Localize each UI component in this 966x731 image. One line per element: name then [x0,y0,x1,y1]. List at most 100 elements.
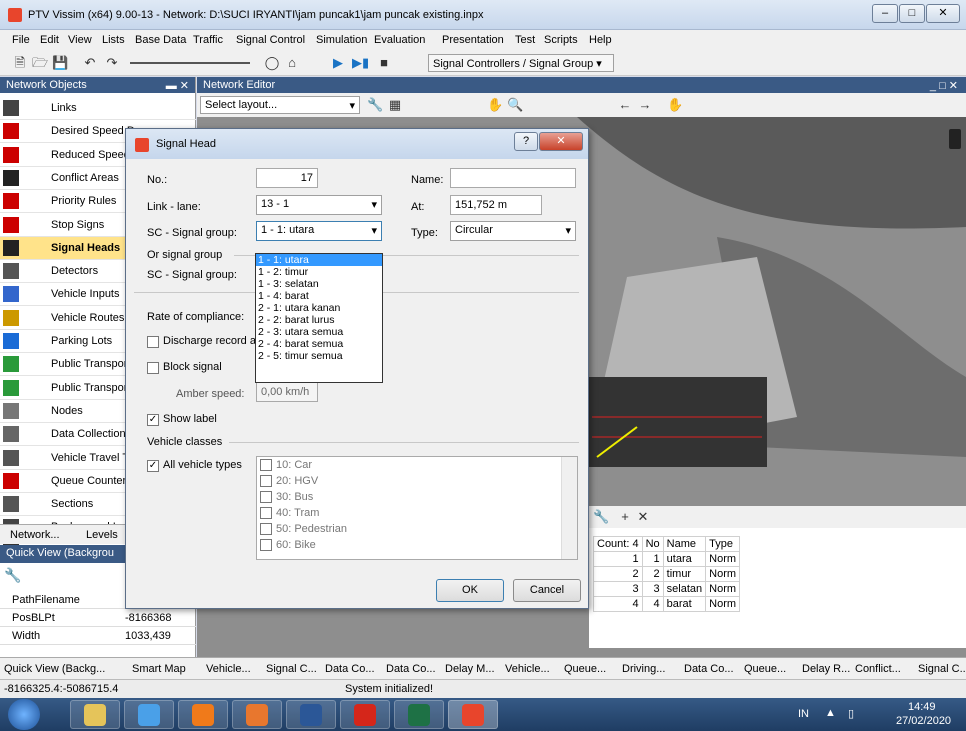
stop-icon[interactable]: ■ [376,55,392,71]
add-icon[interactable]: + [617,509,633,525]
play-icon[interactable]: ▶ [330,55,346,71]
speed-slider[interactable] [130,62,250,64]
table-cell[interactable]: Norm [705,551,741,567]
quick-mode-icon[interactable]: ◯ [264,55,280,71]
dialog-close-button[interactable]: ✕ [539,132,583,151]
dropdown-option[interactable]: 2 - 4: barat semua [256,338,382,350]
vissim-taskbar-icon[interactable] [448,700,498,729]
step-icon[interactable]: ▶▮ [352,55,369,71]
at-field[interactable]: 151,752 m [450,195,542,215]
table-cell[interactable]: Norm [705,581,741,597]
table-cell[interactable]: 2 [593,566,643,582]
menu-lists[interactable]: Lists [102,34,125,46]
tab-delay-m[interactable]: Delay M... [445,663,495,675]
firefox-taskbar-icon[interactable] [232,700,282,729]
show-label-checkbox[interactable]: ✓ [147,414,159,426]
table-cell[interactable]: Norm [705,566,741,582]
dropdown-option[interactable]: 2 - 2: barat lurus [256,314,382,326]
tab-signal-c-2[interactable]: Signal C... [918,663,966,675]
no-field[interactable]: 17 [256,168,318,188]
ie-taskbar-icon[interactable] [124,700,174,729]
tab-delay-r[interactable]: Delay R... [802,663,850,675]
table-cell[interactable]: barat [662,596,707,612]
signal-controller-combo[interactable]: Signal Controllers / Signal Group ▾ [428,54,614,72]
arrow-left-icon[interactable]: ← [617,97,633,113]
tray-arrow-icon[interactable]: ▲ [825,707,836,719]
undo-icon[interactable]: ↶ [82,55,98,71]
explorer-taskbar-icon[interactable] [70,700,120,729]
open-folder-icon[interactable]: 🗁 [32,55,48,71]
media-player-taskbar-icon[interactable] [178,700,228,729]
3d-mode-icon[interactable]: ⌂ [284,55,300,71]
table-row[interactable]: 1 1 utara Norm [593,551,741,567]
signal-group-dropdown[interactable]: 1 - 1: utara 1 - 2: timur 1 - 3: selatan… [255,253,383,383]
tab-levels[interactable]: Levels [86,529,118,541]
acrobat-taskbar-icon[interactable] [340,700,390,729]
tab-conflict[interactable]: Conflict... [855,663,901,675]
table-cell[interactable]: timur [662,566,707,582]
save-icon[interactable]: 💾 [52,55,68,71]
menu-evaluation[interactable]: Evaluation [374,34,425,46]
cancel-button[interactable]: Cancel [513,579,581,602]
tab-data-co[interactable]: Data Co... [325,663,375,675]
link-lane-select[interactable]: 13 - 1 ▾ [256,195,382,215]
tab-data-co-2[interactable]: Data Co... [386,663,436,675]
hand-icon[interactable]: ✋ [667,97,683,113]
grid-icon[interactable]: ▦ [387,97,403,113]
dropdown-option[interactable]: 1 - 3: selatan [256,278,382,290]
clock-date[interactable]: 27/02/2020 [896,715,951,727]
tab-driving[interactable]: Driving... [622,663,665,675]
tab-queue-2[interactable]: Queue... [744,663,786,675]
start-button[interactable] [8,699,40,730]
menu-signal-control[interactable]: Signal Control [236,34,305,46]
tab-network-objects[interactable]: Network... [10,529,60,541]
dropdown-option[interactable]: 2 - 5: timur semua [256,350,382,362]
menu-traffic[interactable]: Traffic [193,34,223,46]
table-row[interactable]: 3 3 selatan Norm [593,581,741,597]
list-item[interactable]: 30: Bus [276,491,313,503]
tab-quick-view[interactable]: Quick View (Backg... [4,663,105,675]
menu-file[interactable]: File [12,34,30,46]
minimize-button[interactable]: – [872,4,898,23]
vehicle-types-list[interactable]: 10: Car 20: HGV 30: Bus 40: Tram 50: Ped… [256,456,578,560]
qv-value[interactable]: -8166368 [125,612,172,624]
delete-icon[interactable]: ✕ [635,509,651,525]
list-scrollbar[interactable] [561,457,577,559]
close-button[interactable]: ✕ [926,4,960,23]
table-cell[interactable]: 1 [593,551,643,567]
wrench-icon[interactable]: 🔧 [367,97,383,113]
layout-select[interactable]: Select layout... ▾ [200,96,360,114]
all-vehicle-types-checkbox[interactable]: ✓ [147,460,159,472]
menu-base-data[interactable]: Base Data [135,34,186,46]
dropdown-option[interactable]: 2 - 1: utara kanan [256,302,382,314]
arrow-right-icon[interactable]: → [637,97,653,113]
table-cell[interactable]: 4 [641,596,664,612]
tab-vehicle-2[interactable]: Vehicle... [505,663,550,675]
column-header[interactable]: Name [662,536,707,552]
tab-data-co-3[interactable]: Data Co... [684,663,734,675]
network-object-item[interactable]: Links [0,97,196,120]
qv-value[interactable]: 1033,439 [125,630,171,642]
word-taskbar-icon[interactable] [286,700,336,729]
name-field[interactable] [450,168,576,188]
menu-edit[interactable]: Edit [40,34,59,46]
list-item[interactable]: 50: Pedestrian [276,523,347,535]
language-indicator[interactable]: IN [798,708,809,720]
pan-icon[interactable]: ✋ [487,97,503,113]
menu-help[interactable]: Help [589,34,612,46]
tab-vehicle[interactable]: Vehicle... [206,663,251,675]
ok-button[interactable]: OK [436,579,504,602]
table-cell[interactable]: 3 [593,581,643,597]
list-item[interactable]: 20: HGV [276,475,318,487]
menu-scripts[interactable]: Scripts [544,34,578,46]
dropdown-option[interactable]: 1 - 2: timur [256,266,382,278]
block-signal-checkbox[interactable] [147,362,159,374]
dropdown-option[interactable]: 1 - 1: utara [256,254,382,266]
excel-taskbar-icon[interactable] [394,700,444,729]
new-file-icon[interactable]: 🗎 [12,55,28,71]
type-select[interactable]: Circular ▾ [450,221,576,241]
table-cell[interactable]: 4 [593,596,643,612]
help-button[interactable]: ? [514,132,538,151]
tab-signal-c[interactable]: Signal C... [266,663,317,675]
table-row[interactable]: 4 4 barat Norm [593,596,741,612]
